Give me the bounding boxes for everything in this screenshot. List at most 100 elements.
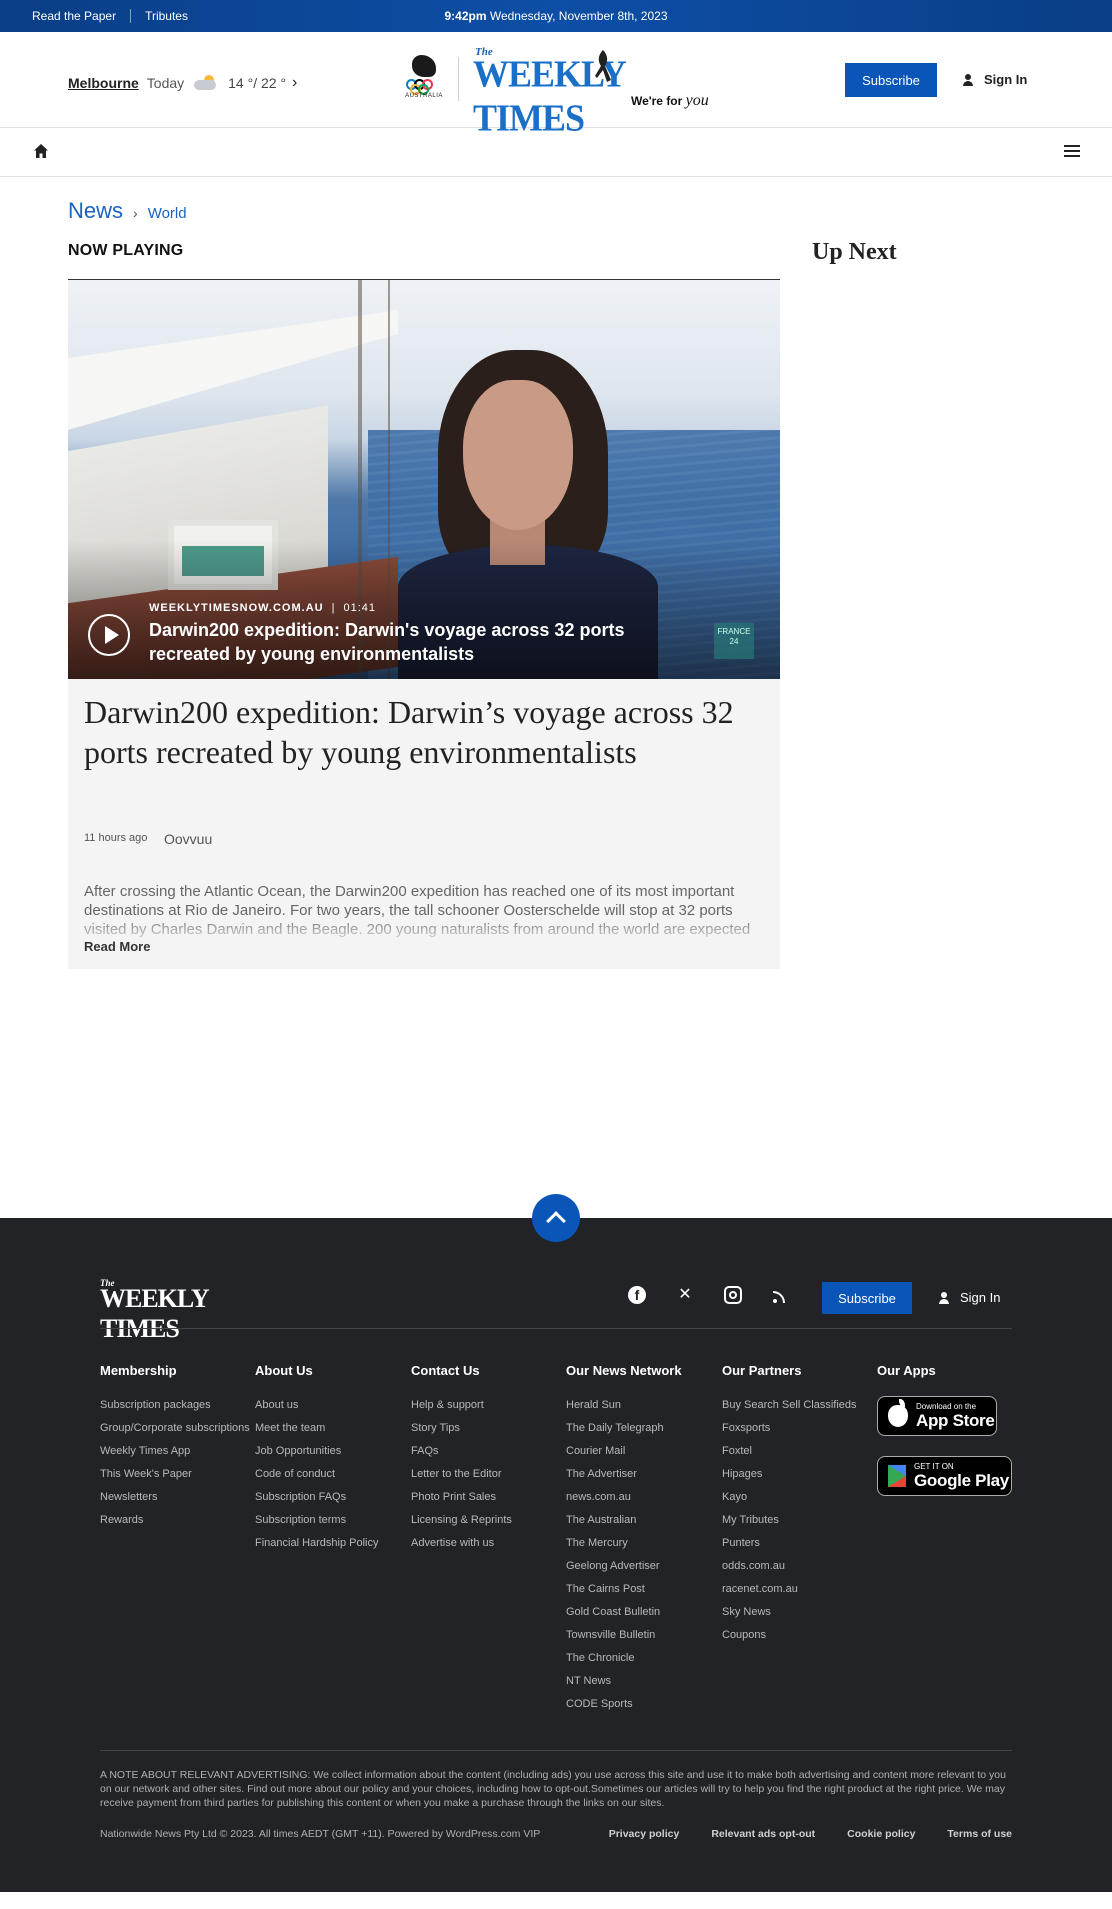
x-twitter-icon[interactable]: ✕ (676, 1286, 694, 1304)
weather-city[interactable]: Melbourne (68, 75, 139, 91)
footer-link[interactable]: The Daily Telegraph (566, 1417, 682, 1440)
current-time: 9:42pm (444, 9, 487, 23)
divider (100, 1328, 1012, 1329)
footer-sign-in-button[interactable]: Sign In (938, 1290, 1000, 1305)
footer-link[interactable]: Subscription FAQs (255, 1486, 379, 1509)
footer-link[interactable]: Hipages (722, 1463, 857, 1486)
footer-link[interactable]: Punters (722, 1532, 857, 1555)
facebook-icon[interactable]: f (628, 1286, 646, 1304)
article-source: Oovvuu (164, 831, 213, 847)
video-duration: 01:41 (343, 602, 376, 614)
footer-link[interactable]: Group/Corporate subscriptions (100, 1417, 250, 1440)
footer-link[interactable]: Herald Sun (566, 1394, 682, 1417)
breadcrumb-news[interactable]: News (68, 198, 123, 224)
footer-link[interactable]: Subscription terms (255, 1509, 379, 1532)
relevant-ads-opt-out-link[interactable]: Relevant ads opt-out (711, 1828, 815, 1840)
article-excerpt: After crossing the Atlantic Ocean, the D… (84, 883, 751, 942)
footer-link[interactable]: Letter to the Editor (411, 1463, 512, 1486)
privacy-policy-link[interactable]: Privacy policy (609, 1828, 680, 1840)
channel-logo: FRANCE 24 (714, 623, 754, 659)
footer-link[interactable]: CODE Sports (566, 1693, 682, 1716)
footer-logo[interactable]: The WEEKLY TIMES (100, 1278, 280, 1343)
footer-link[interactable]: Geelong Advertiser (566, 1555, 682, 1578)
footer-link[interactable]: Townsville Bulletin (566, 1624, 682, 1647)
rss-icon[interactable] (772, 1286, 790, 1304)
footer-col-membership: Membership Subscription packages Group/C… (100, 1363, 250, 1532)
footer-link[interactable]: news.com.au (566, 1486, 682, 1509)
footer-link[interactable]: Story Tips (411, 1417, 512, 1440)
footer-link[interactable]: Courier Mail (566, 1440, 682, 1463)
current-datetime: 9:42pm Wednesday, November 8th, 2023 (0, 9, 1112, 23)
footer-link[interactable]: Subscription packages (100, 1394, 250, 1417)
person-icon (938, 1291, 950, 1304)
video-title: Darwin200 expedition: Darwin's voyage ac… (149, 620, 625, 664)
hamburger-icon[interactable] (1064, 145, 1080, 159)
cookie-policy-link[interactable]: Cookie policy (847, 1828, 915, 1840)
footer-link[interactable]: The Cairns Post (566, 1578, 682, 1601)
footer-link[interactable]: Photo Print Sales (411, 1486, 512, 1509)
google-play-button[interactable]: GET IT ON Google Play (877, 1456, 1012, 1496)
footer-link[interactable]: Financial Hardship Policy (255, 1532, 379, 1555)
footer-link[interactable]: NT News (566, 1670, 682, 1693)
footer-link[interactable]: FAQs (411, 1440, 512, 1463)
apple-icon (888, 1399, 908, 1427)
weekly-times-logo: The WEEKLY TIMES We're for you (473, 46, 709, 140)
footer-link[interactable]: The Advertiser (566, 1463, 682, 1486)
footer-link[interactable]: Weekly Times App (100, 1440, 250, 1463)
copyright: Nationwide News Pty Ltd © 2023. All time… (100, 1828, 541, 1840)
footer-link[interactable]: Licensing & Reprints (411, 1509, 512, 1532)
divider (100, 1750, 1012, 1751)
footer-link[interactable]: Foxtel (722, 1440, 857, 1463)
up-next-heading: Up Next (812, 239, 897, 265)
footer-link[interactable]: Code of conduct (255, 1463, 379, 1486)
bird-icon (595, 50, 611, 82)
footer-link[interactable]: Gold Coast Bulletin (566, 1601, 682, 1624)
video-player[interactable]: FRANCE 24 WEEKLYTIMESNOW.COM.AU | 01:41 Da… (68, 280, 780, 679)
weather-widget[interactable]: Melbourne Today 14 °/ 22 ° › (68, 74, 297, 92)
now-playing-heading: NOW PLAYING (68, 242, 184, 259)
footer-link[interactable]: odds.com.au (722, 1555, 857, 1578)
footer-link[interactable]: Sky News (722, 1601, 857, 1624)
footer-link[interactable]: About us (255, 1394, 379, 1417)
sign-in-button[interactable]: Sign In (962, 72, 1027, 87)
breadcrumb-world[interactable]: World (148, 205, 187, 222)
footer-link[interactable]: Help & support (411, 1394, 512, 1417)
footer-bottom: Nationwide News Pty Ltd © 2023. All time… (100, 1828, 1012, 1840)
footer-link[interactable]: Buy Search Sell Classifieds (722, 1394, 857, 1417)
home-icon[interactable] (33, 143, 49, 159)
site-logo[interactable]: AUSTRALIA The WEEKLY TIMES We're for you (404, 46, 713, 140)
footer-link[interactable]: Rewards (100, 1509, 250, 1532)
footer-link[interactable]: Job Opportunities (255, 1440, 379, 1463)
footer-link[interactable]: The Australian (566, 1509, 682, 1532)
footer-link[interactable]: racenet.com.au (722, 1578, 857, 1601)
footer-link[interactable]: The Mercury (566, 1532, 682, 1555)
article-headline: Darwin200 expedition: Darwin’s voyage ac… (84, 694, 734, 770)
footer-link[interactable]: This Week's Paper (100, 1463, 250, 1486)
social-links: f ✕ (628, 1286, 820, 1304)
footer-link[interactable]: The Chronicle (566, 1647, 682, 1670)
footer-col-apps: Our Apps (877, 1363, 936, 1378)
footer-subscribe-button[interactable]: Subscribe (822, 1282, 912, 1314)
navigation-bar (0, 129, 1112, 177)
footer-link[interactable]: Meet the team (255, 1417, 379, 1440)
footer-link[interactable]: Advertise with us (411, 1532, 512, 1555)
footer-link[interactable]: Foxsports (722, 1417, 857, 1440)
instagram-icon[interactable] (724, 1286, 742, 1304)
subscribe-button[interactable]: Subscribe (845, 63, 937, 97)
read-more-link[interactable]: Read More (84, 939, 150, 954)
footer-link[interactable]: Newsletters (100, 1486, 250, 1509)
footer-col-about: About Us About us Meet the team Job Oppo… (255, 1363, 379, 1555)
site-footer: The WEEKLY TIMES f ✕ Subscribe Sign In M… (0, 1218, 1112, 1892)
back-to-top-button[interactable] (532, 1194, 580, 1242)
chevron-right-icon[interactable]: › (292, 74, 297, 92)
footer-link[interactable]: Coupons (722, 1624, 857, 1647)
weather-today: Today (146, 75, 185, 91)
footer-link[interactable]: Kayo (722, 1486, 857, 1509)
app-store-button[interactable]: Download on the App Store (877, 1396, 997, 1436)
australian-olympic-icon: AUSTRALIA (404, 55, 444, 103)
chevron-right-icon: › (133, 205, 138, 221)
terms-of-use-link[interactable]: Terms of use (947, 1828, 1012, 1840)
footer-link[interactable]: My Tributes (722, 1509, 857, 1532)
play-icon[interactable] (88, 614, 130, 656)
video-meta: WEEKLYTIMESNOW.COM.AU | 01:41 (149, 602, 376, 614)
